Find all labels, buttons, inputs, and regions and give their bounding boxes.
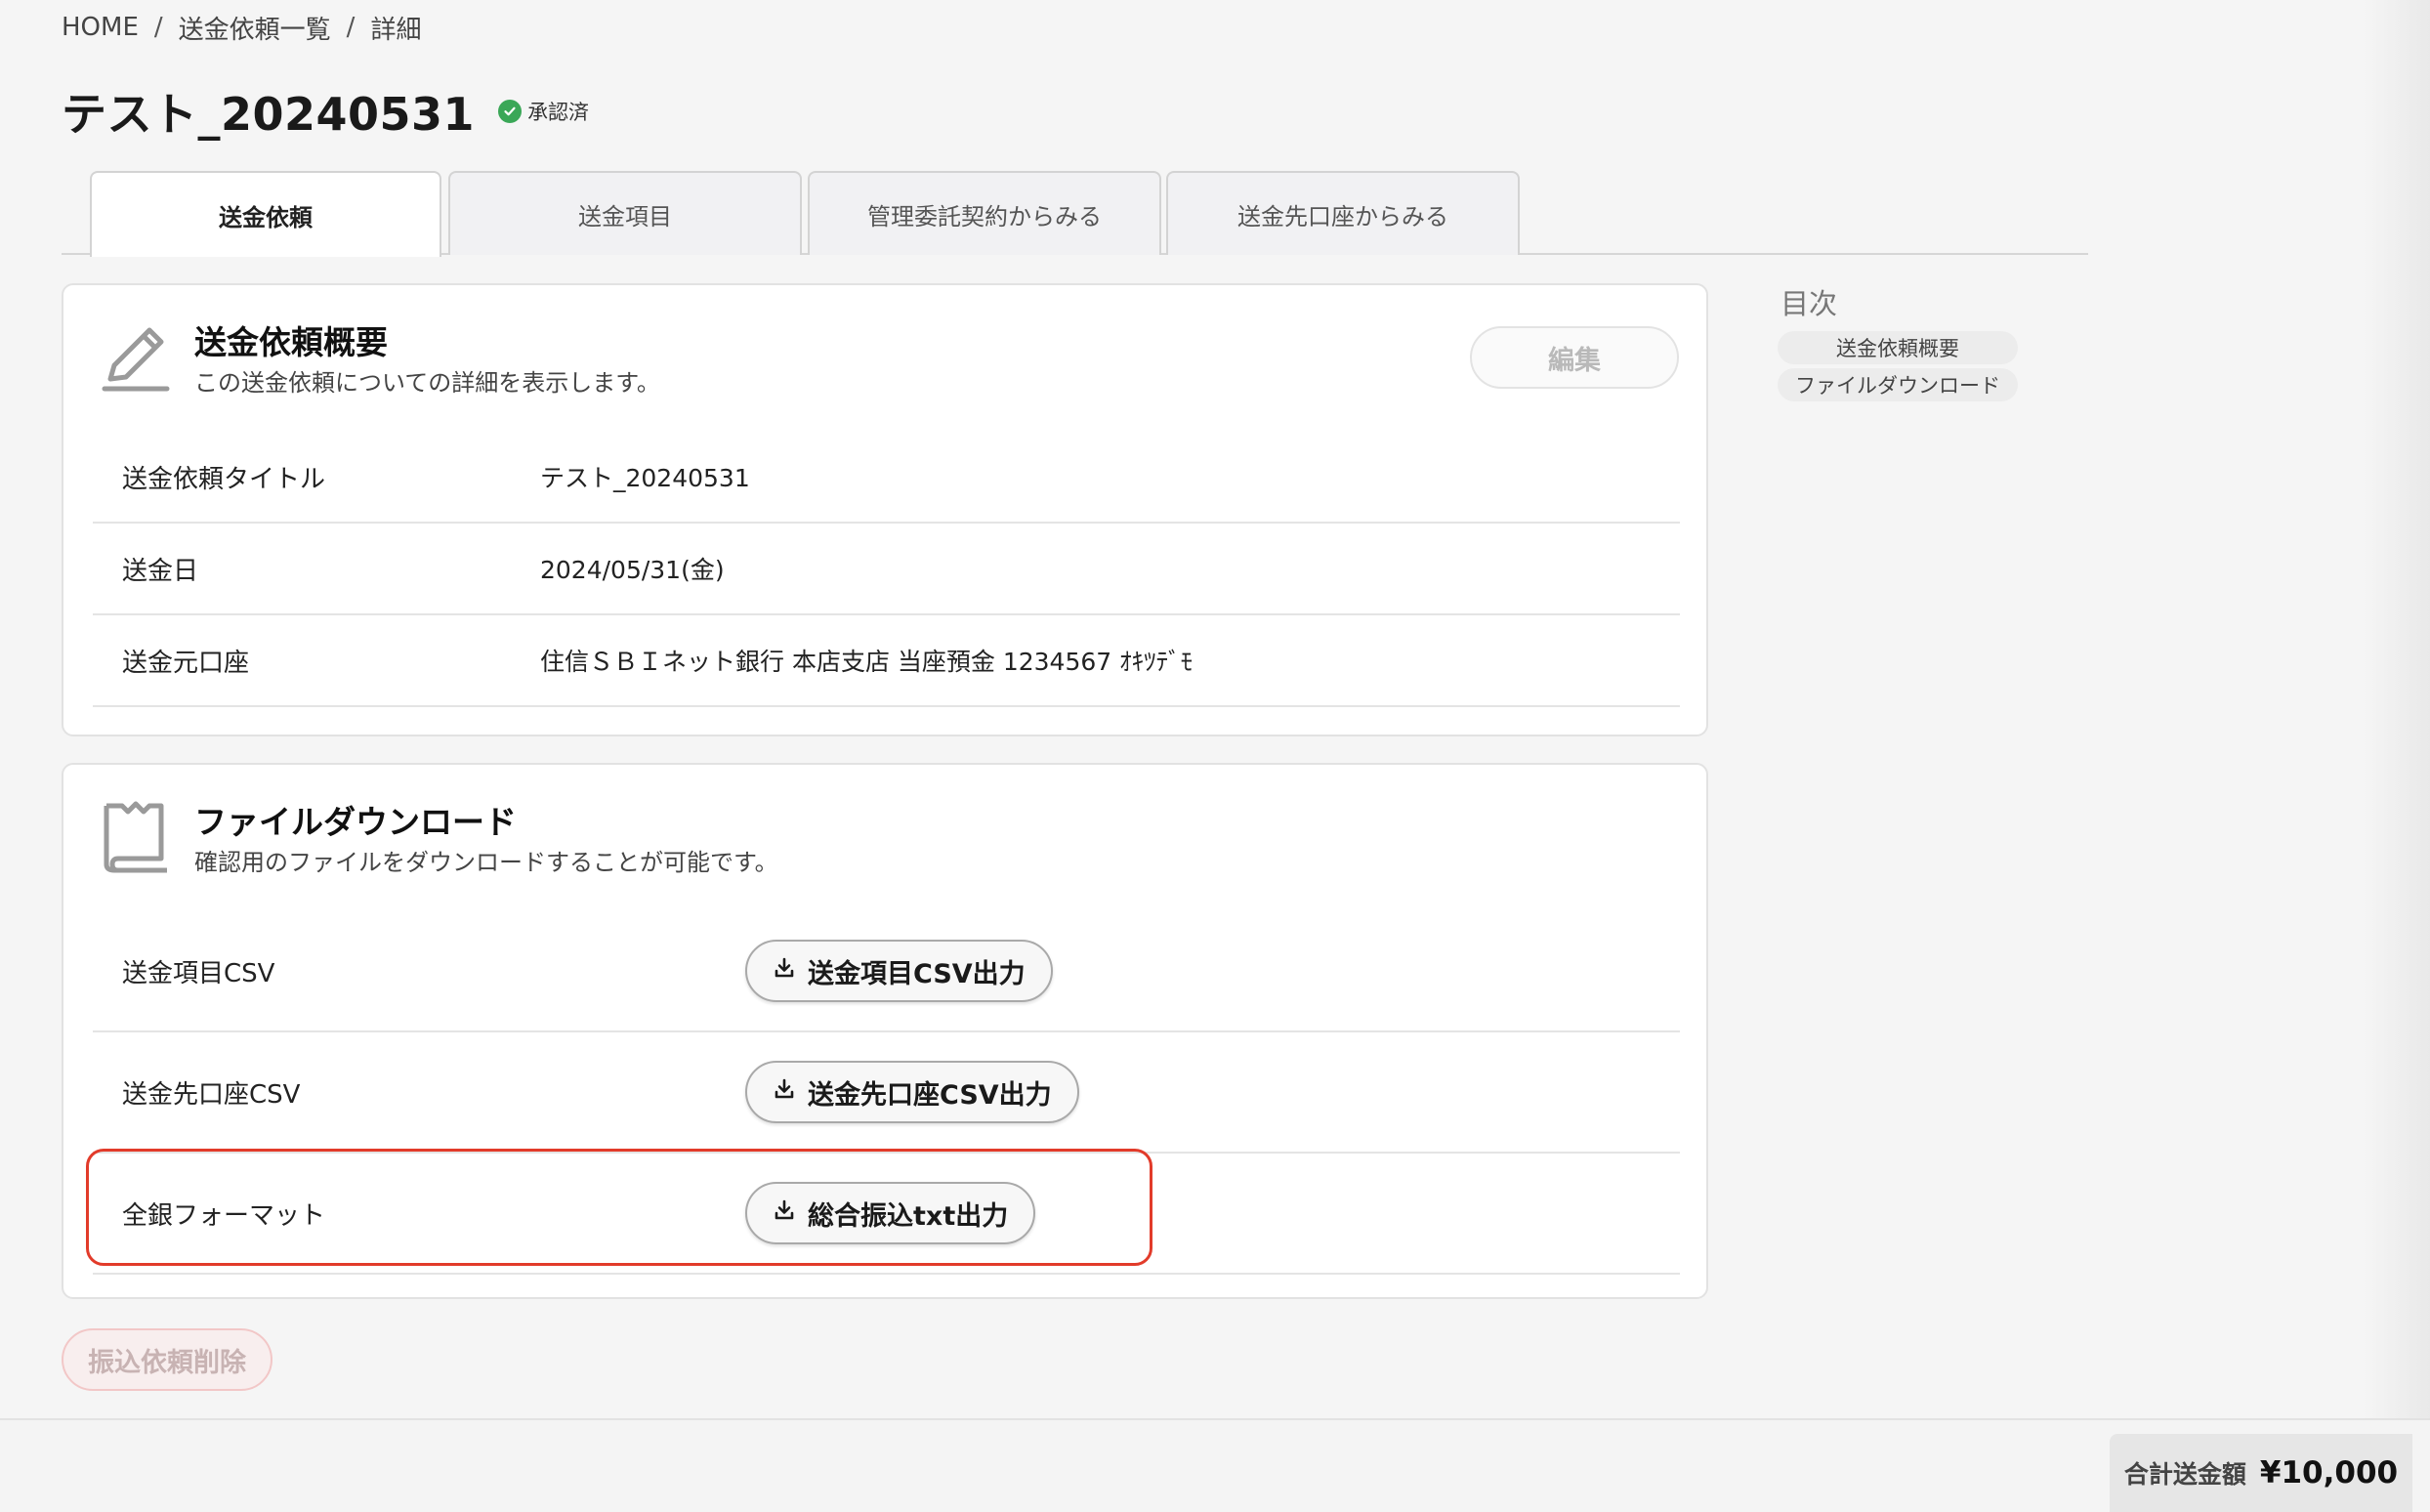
detail-row-source-account: 送金元口座 住信ＳＢＩネット銀行 本店支店 当座預金 1234567 ｵｷﾂﾃﾞ…: [93, 615, 1680, 707]
breadcrumb-list-link[interactable]: 送金依頼一覧: [179, 10, 331, 46]
detail-row-title: 送金依頼タイトル テスト_20240531: [93, 432, 1680, 524]
file-download-title: ファイルダウンロード: [194, 803, 517, 841]
tab-label: 送金先口座からみる: [1237, 202, 1448, 231]
breadcrumb: HOME / 送金依頼一覧 / 詳細: [62, 10, 421, 45]
breadcrumb-current: 詳細: [370, 15, 422, 45]
page-title: テスト_20240531: [62, 88, 476, 141]
row-value: 住信ＳＢＩネット銀行 本店支店 当座預金 1234567 ｵｷﾂﾃﾞﾓ: [540, 648, 1194, 676]
detail-row-date: 送金日 2024/05/31(金): [93, 524, 1680, 615]
button-label: 送金先口座CSV出力: [808, 1079, 1052, 1111]
summary-card: 送金依頼概要 この送金依頼についての詳細を表示します。 編集 送金依頼タイトル …: [62, 283, 1708, 736]
tab-label: 送金依頼: [219, 203, 313, 231]
file-download-description: 確認用のファイルをダウンロードすることが可能です。: [194, 849, 778, 876]
breadcrumb-home-link[interactable]: HOME: [62, 13, 139, 42]
tab-bar: 送金依頼 送金項目 管理委託契約からみる 送金先口座からみる: [62, 171, 2088, 257]
row-label: 送金日: [122, 556, 199, 586]
footer-bar: [0, 1418, 2430, 1512]
row-label: 送金先口座CSV: [122, 1079, 301, 1110]
row-value: テスト_20240531: [540, 464, 750, 492]
breadcrumb-separator: /: [153, 13, 163, 42]
export-destination-csv-button[interactable]: 送金先口座CSV出力: [745, 1061, 1079, 1123]
pencil-icon: [101, 322, 171, 399]
document-icon: [99, 800, 173, 880]
highlight-annotation: [86, 1149, 1152, 1266]
row-label: 送金依頼タイトル: [122, 464, 326, 494]
edit-button[interactable]: 編集: [1470, 326, 1679, 389]
tab-label: 管理委託契約からみる: [867, 202, 1102, 231]
toc-item-summary[interactable]: 送金依頼概要: [1778, 331, 2018, 364]
status-badge: 承認済: [498, 97, 589, 126]
summary-title: 送金依頼概要: [194, 323, 388, 361]
tab-transfer-items[interactable]: 送金項目: [448, 171, 802, 255]
download-row-items-csv: 送金項目CSV 送金項目CSV出力: [93, 911, 1680, 1032]
toc-item-file-download[interactable]: ファイルダウンロード: [1778, 368, 2018, 401]
total-value: ¥10,000: [2259, 1455, 2399, 1491]
toc-heading: 目次: [1781, 287, 1838, 320]
tab-destination-account[interactable]: 送金先口座からみる: [1166, 171, 1520, 255]
tab-management-contract[interactable]: 管理委託契約からみる: [808, 171, 1161, 255]
row-label: 送金項目CSV: [122, 958, 275, 988]
window-edge-shadow: [2364, 0, 2430, 1512]
status-label: 承認済: [527, 101, 590, 124]
button-label: 送金項目CSV出力: [808, 958, 1026, 989]
download-icon: [773, 956, 796, 987]
row-label: 送金元口座: [122, 648, 250, 678]
download-icon: [773, 1077, 796, 1108]
title-row: テスト_20240531 承認済: [62, 82, 589, 141]
summary-description: この送金依頼についての詳細を表示します。: [194, 369, 660, 397]
breadcrumb-separator: /: [346, 13, 356, 42]
delete-request-button[interactable]: 振込依頼削除: [62, 1328, 272, 1391]
row-value: 2024/05/31(金): [540, 556, 725, 584]
total-label: 合計送金額: [2123, 1460, 2246, 1489]
download-row-destination-csv: 送金先口座CSV 送金先口座CSV出力: [93, 1032, 1680, 1154]
export-items-csv-button[interactable]: 送金項目CSV出力: [745, 940, 1053, 1002]
tab-label: 送金項目: [578, 202, 672, 231]
total-amount-box: 合計送金額 ¥10,000: [2110, 1434, 2412, 1512]
tab-transfer-request[interactable]: 送金依頼: [90, 171, 441, 257]
check-circle-icon: [498, 100, 523, 123]
